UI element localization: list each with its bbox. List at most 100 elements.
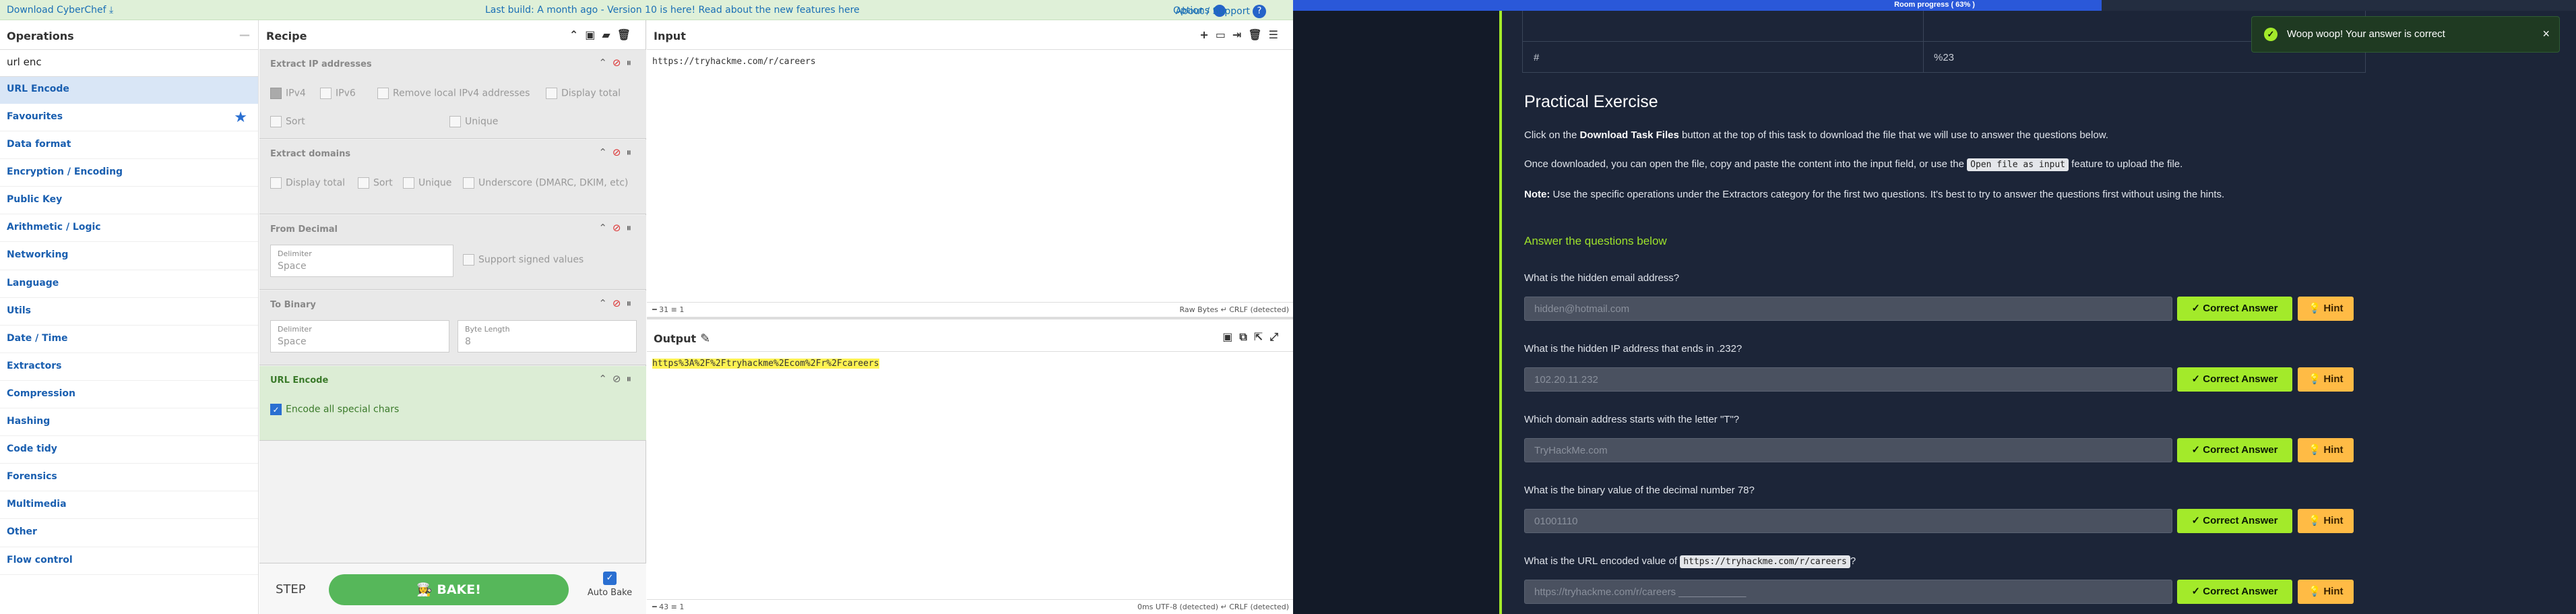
answer-field[interactable]: https://tryhackme.com/r/careers ________… [1524, 580, 2172, 604]
plus-icon[interactable]: + [1199, 28, 1215, 41]
text: What is the URL encoded value of [1524, 555, 1680, 567]
bake-button[interactable]: 👩‍🍳 BAKE! [329, 574, 569, 605]
category-item[interactable]: Flow control [0, 547, 258, 575]
category-item[interactable]: Other [0, 519, 258, 547]
input-textarea[interactable]: https://tryhackme.com/r/careers [652, 57, 816, 67]
sort-checkbox[interactable]: Sort [270, 116, 305, 127]
folder-icon[interactable]: ▭ [1216, 28, 1232, 41]
hint-button[interactable]: 💡 Hint [2298, 580, 2354, 604]
remove-local-ipv4-checkbox[interactable]: Remove local IPv4 addresses [377, 88, 530, 99]
chevron-up-icon[interactable]: ⌃ [598, 57, 612, 69]
chevron-up-icon[interactable]: ⌃ [598, 222, 612, 234]
magic-wand-icon[interactable]: ✎ [700, 332, 710, 346]
disable-icon[interactable]: ⊘ [612, 297, 627, 309]
hint-button[interactable]: 💡 Hint [2298, 509, 2354, 533]
answer-field[interactable]: 01001110 [1524, 509, 2172, 533]
category-item[interactable]: Networking [0, 242, 258, 270]
save-icon[interactable]: ▣ [585, 28, 602, 41]
correct-answer-button[interactable]: ✓ Correct Answer [2177, 297, 2292, 321]
maximize-icon[interactable]: ⤢ [1269, 330, 1285, 343]
correct-answer-button[interactable]: ✓ Correct Answer [2177, 438, 2292, 462]
disable-icon[interactable]: ⊘ [612, 146, 627, 158]
trash-icon[interactable]: 🗑 [617, 28, 637, 41]
category-item[interactable]: Extractors [0, 353, 258, 381]
category-item[interactable]: Code tidy [0, 436, 258, 464]
step-button[interactable]: STEP [276, 582, 306, 596]
lightbulb-icon: 💡 [2308, 515, 2324, 526]
checkbox-box [270, 88, 282, 99]
output-stats: ━ 43 ≡ 1 [652, 603, 685, 611]
unique-checkbox[interactable]: Unique [403, 177, 451, 189]
close-icon[interactable]: × [2542, 27, 2550, 41]
pause-icon[interactable]: ⏸ [626, 222, 637, 234]
chevron-up-icon[interactable]: ⌃ [598, 146, 612, 158]
correct-answer-button[interactable]: ✓ Correct Answer [2177, 367, 2292, 392]
pause-icon[interactable]: ⏸ [626, 57, 637, 69]
save-icon[interactable]: ▣ [1222, 330, 1239, 343]
auto-bake-checkbox[interactable]: ✓ Auto Bake [586, 572, 633, 598]
checkbox-box [270, 177, 282, 189]
category-item[interactable]: Hashing [0, 408, 258, 437]
category-item[interactable]: Date / Time [0, 326, 258, 353]
category-item[interactable]: Data format [0, 131, 258, 160]
display-total-checkbox[interactable]: Display total [270, 177, 345, 189]
chevron-up-icon[interactable]: ⌃ [569, 28, 585, 41]
correct-answer-button[interactable]: ✓ Correct Answer [2177, 580, 2292, 604]
ipv6-checkbox[interactable]: IPv6 [320, 88, 356, 99]
collapse-icon[interactable]: — [239, 28, 250, 41]
category-item[interactable]: Public Key [0, 187, 258, 215]
pause-icon[interactable]: ⏸ [626, 297, 637, 309]
category-label: Hashing [7, 416, 51, 427]
checkbox-box [403, 177, 414, 189]
replace-input-icon[interactable]: ⇱ [1254, 330, 1269, 343]
copy-icon[interactable]: ⧉ [1239, 330, 1253, 343]
answer-field[interactable]: 102.20.11.232 [1524, 367, 2172, 392]
trash-icon[interactable]: 🗑 [1248, 28, 1268, 41]
hint-button[interactable]: 💡 Hint [2298, 367, 2354, 392]
category-item[interactable]: Encryption / Encoding [0, 159, 258, 187]
sort-checkbox[interactable]: Sort [358, 177, 393, 189]
answer-field[interactable]: hidden@hotmail.com [1524, 297, 2172, 321]
chevron-up-icon[interactable]: ⌃ [598, 297, 612, 309]
display-total-checkbox[interactable]: Display total [546, 88, 621, 99]
delimiter-select[interactable]: Delimiter Space [270, 245, 453, 277]
build-notice-link[interactable]: Last build: A month ago - Version 10 is … [485, 5, 860, 16]
category-item[interactable]: Utils [0, 298, 258, 326]
ipv4-checkbox[interactable]: IPv4 [270, 88, 306, 99]
hint-button[interactable]: 💡 Hint [2298, 297, 2354, 321]
answer-field[interactable]: TryHackMe.com [1524, 438, 2172, 462]
folder-icon[interactable]: ▰ [602, 28, 617, 41]
encode-all-checkbox[interactable]: ✓ Encode all special chars [270, 404, 399, 415]
about-support-link[interactable]: About / Support? [1176, 5, 1266, 18]
tabs-icon[interactable]: ☰ [1269, 28, 1285, 41]
underscore-checkbox[interactable]: Underscore (DMARC, DKIM, etc) [463, 177, 628, 189]
category-item[interactable]: Multimedia [0, 491, 258, 520]
table-row: # %23 [1523, 42, 2365, 73]
table-cell: %23 [1934, 52, 1955, 63]
pause-icon[interactable]: ⏸ [626, 373, 637, 385]
pause-icon[interactable]: ⏸ [626, 146, 637, 158]
category-item[interactable]: Compression [0, 381, 258, 409]
disable-icon[interactable]: ⊘ [612, 57, 627, 69]
unique-checkbox[interactable]: Unique [449, 116, 498, 127]
disable-icon[interactable]: ⊘ [612, 373, 627, 385]
operations-search-input[interactable]: url enc [0, 50, 258, 77]
output-encoding[interactable]: 0ms UTF-8 (detected) ↵ CRLF (detected) [1137, 603, 1289, 611]
correct-answer-button[interactable]: ✓ Correct Answer [2177, 509, 2292, 533]
download-cyberchef-link[interactable]: Download CyberChef ⤓ [7, 5, 113, 16]
chevron-up-icon[interactable]: ⌃ [598, 373, 612, 385]
input-encoding[interactable]: Raw Bytes ↵ CRLF (detected) [1179, 305, 1289, 314]
category-item[interactable]: Arithmetic / Logic [0, 214, 258, 243]
byte-length-input[interactable]: Byte Length 8 [458, 320, 637, 352]
category-item[interactable]: Forensics [0, 464, 258, 492]
signed-values-checkbox[interactable]: Support signed values [463, 254, 584, 266]
output-text: https%3A%2F%2Ftryhackme%2Ecom%2Fr%2Fcare… [652, 359, 879, 369]
delimiter-select[interactable]: Delimiter Space [270, 320, 449, 352]
disable-icon[interactable]: ⊘ [612, 222, 627, 234]
category-item[interactable]: Favourites ★ [0, 104, 258, 132]
import-icon[interactable]: ⇥ [1232, 28, 1248, 41]
hint-button[interactable]: 💡 Hint [2298, 438, 2354, 462]
operation-url-encode[interactable]: URL Encode [0, 77, 258, 104]
category-item[interactable]: Language [0, 270, 258, 298]
checkbox-box [270, 116, 282, 127]
